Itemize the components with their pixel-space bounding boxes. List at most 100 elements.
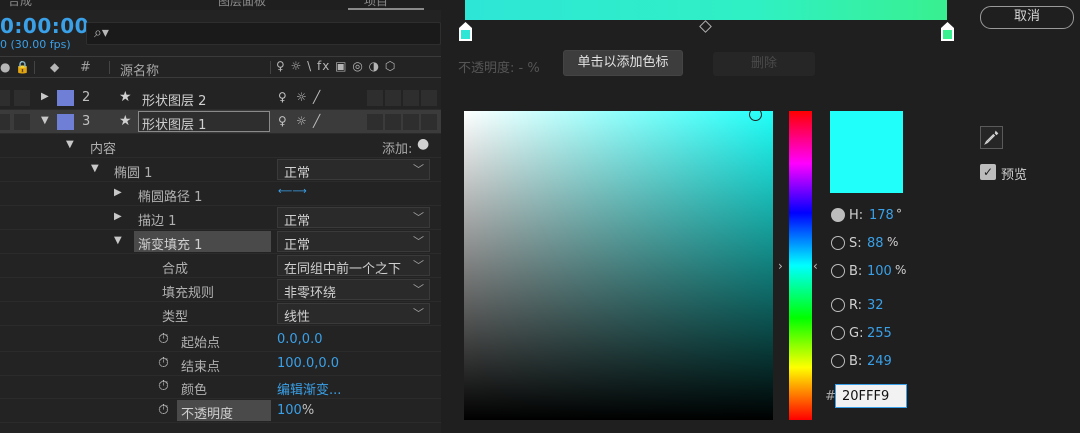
brightness-radio[interactable]	[831, 264, 845, 278]
delete-stop-button[interactable]: 删除	[713, 52, 815, 76]
opacity-value[interactable]: 100%	[277, 403, 314, 418]
blue-radio[interactable]	[831, 354, 845, 368]
preview-checkbox[interactable]: ✓	[980, 164, 996, 180]
hue-radio[interactable]	[831, 208, 845, 222]
gradient-fill-blend-mode-select[interactable]: 正常 ﹀	[277, 231, 430, 253]
saturation-radio[interactable]	[831, 236, 845, 250]
layer-search-input[interactable]: ⌕▾	[86, 22, 441, 45]
property-stroke[interactable]: ▶ 描边 1 正常 ﹀	[0, 206, 441, 230]
layer-number-header: #	[80, 60, 91, 75]
property-composite[interactable]: 合成 在同组中前一个之下 ﹀	[0, 254, 441, 278]
collapse-triangle-icon[interactable]: ▼	[41, 115, 49, 126]
label-tag-icon[interactable]: ◆	[50, 60, 59, 74]
stroke-blend-mode-select[interactable]: 正常 ﹀	[277, 207, 430, 229]
end-point-value[interactable]: 100.0,0.0	[277, 356, 339, 371]
green-value[interactable]: 255	[867, 326, 892, 341]
property-colors[interactable]: ⏱ 颜色 编辑渐变...	[0, 375, 441, 399]
active-tab-indicator	[348, 8, 424, 10]
layer-row-3[interactable]: ▼ 3 ★ 形状图层 1 ♀ ☼ ╱	[0, 110, 441, 134]
panel-tab-strip: 合成 图层面板 项目	[0, 0, 441, 10]
saturation-brightness-field[interactable]	[464, 111, 773, 420]
column-header: ● 🔒 ◆ # 源名称 ♀ ☼ \ fx ▣ ◎ ◑ ⬡	[0, 56, 441, 79]
property-gradient-fill[interactable]: ▼ 渐变填充 1 正常 ﹀	[0, 230, 441, 254]
property-fill-rule[interactable]: 填充规则 非零环绕 ﹀	[0, 278, 441, 302]
red-value[interactable]: 32	[867, 298, 884, 313]
hue-slider-arrow-left-icon[interactable]: ›	[778, 259, 783, 273]
expand-triangle-icon[interactable]: ▶	[41, 91, 49, 102]
layer-name[interactable]: 形状图层 2	[142, 90, 206, 109]
tab-composition[interactable]: 合成	[8, 0, 32, 9]
tab-layer-panel[interactable]: 图层面板	[218, 0, 266, 9]
preview-label: 预览	[1001, 168, 1028, 183]
stopwatch-icon[interactable]: ⏱	[158, 331, 169, 347]
collapse-switch-icon[interactable]: ☼	[296, 90, 307, 104]
layer-number: 2	[82, 90, 91, 105]
frame-rate-label: 0 (30.00 fps)	[0, 38, 71, 51]
property-start-point[interactable]: ⏱ 起始点 0.0,0.0	[0, 328, 441, 352]
stopwatch-icon[interactable]: ⏱	[158, 355, 169, 371]
layer-label-color[interactable]	[57, 90, 74, 106]
layer-label-color[interactable]	[57, 114, 74, 130]
expand-triangle-icon[interactable]: ▶	[114, 187, 122, 198]
timeline-panel: 合成 图层面板 项目 0:00:00 0 (30.00 fps) ⌕▾ ● 🔒 …	[0, 0, 441, 433]
property-opacity[interactable]: ⏱ 不透明度 100%	[0, 399, 441, 423]
lock-icon[interactable]: 🔒	[15, 60, 30, 74]
collapse-triangle-icon[interactable]: ▼	[66, 139, 74, 150]
gradient-ramp[interactable]	[465, 0, 947, 20]
gradient-editor-dialog: 不透明度: - % 单击以添加色标 删除 › ‹ H: 178 ° S: 88 …	[441, 0, 1080, 433]
collapse-triangle-icon[interactable]: ▼	[114, 235, 122, 246]
collapse-triangle-icon[interactable]: ▼	[91, 163, 99, 174]
saturation-value[interactable]: 88	[867, 236, 884, 251]
expand-triangle-icon[interactable]: ▶	[114, 211, 122, 222]
property-ellipse-path[interactable]: ▶ 椭圆路径 1 ⟵⟶	[0, 182, 441, 206]
hue-value[interactable]: 178	[869, 208, 894, 223]
gradient-type-select[interactable]: 线性 ﹀	[277, 303, 430, 325]
stopwatch-icon[interactable]: ⏱	[158, 402, 169, 418]
green-radio[interactable]	[831, 326, 845, 340]
shape-layer-star-icon: ★	[119, 89, 132, 105]
brightness-value[interactable]: 100	[867, 264, 892, 279]
cancel-button[interactable]: 取消	[980, 6, 1074, 29]
property-type[interactable]: 类型 线性 ﹀	[0, 302, 441, 326]
red-radio[interactable]	[831, 298, 845, 312]
layer-number: 3	[82, 114, 91, 129]
switches-header: ♀ ☼ \ fx ▣ ◎ ◑ ⬡	[276, 59, 397, 73]
source-name-header[interactable]: 源名称	[120, 60, 159, 79]
fill-rule-select[interactable]: 非零环绕 ﹀	[277, 279, 430, 301]
layer-row-2[interactable]: ▶ 2 ★ 形状图层 2 ♀ ☼ ╱	[0, 86, 441, 110]
start-point-value[interactable]: 0.0,0.0	[277, 332, 322, 347]
layer-name-editing[interactable]: 形状图层 1	[142, 114, 206, 133]
edit-gradient-link[interactable]: 编辑渐变...	[277, 379, 341, 398]
current-color-swatch	[830, 111, 903, 193]
chevron-down-icon: ﹀	[413, 259, 424, 272]
stopwatch-icon[interactable]: ⏱	[158, 378, 169, 394]
path-direction-reverse-icon[interactable]: ⟵⟶	[278, 186, 307, 197]
property-ellipse[interactable]: ▼ 椭圆 1 正常 ﹀	[0, 158, 441, 182]
add-menu-icon[interactable]: ●	[417, 136, 429, 152]
color-stop-left[interactable]	[459, 22, 472, 41]
add-color-stop-button[interactable]: 单击以添加色标	[563, 50, 683, 76]
gradient-midpoint-handle[interactable]	[699, 20, 712, 33]
blue-value[interactable]: 249	[867, 354, 892, 369]
hue-slider[interactable]	[789, 111, 812, 420]
hex-color-input[interactable]	[835, 384, 907, 408]
chevron-down-icon: ﹀	[413, 283, 424, 296]
collapse-switch-icon[interactable]: ☼	[296, 114, 307, 128]
stop-opacity-label: 不透明度: - %	[458, 61, 540, 76]
chevron-down-icon: ﹀	[413, 307, 424, 320]
quality-switch-icon[interactable]: ╱	[313, 114, 320, 128]
composite-select[interactable]: 在同组中前一个之下 ﹀	[277, 255, 430, 277]
color-stop-right[interactable]	[941, 22, 954, 41]
search-icon: ⌕▾	[94, 25, 109, 41]
ellipse-blend-mode-select[interactable]: 正常 ﹀	[277, 159, 430, 181]
shy-switch-icon[interactable]: ♀	[278, 114, 287, 128]
quality-switch-icon[interactable]: ╱	[313, 90, 320, 104]
chevron-down-icon: ﹀	[413, 163, 424, 176]
property-contents[interactable]: ▼ 内容 添加: ●	[0, 134, 441, 158]
property-end-point[interactable]: ⏱ 结束点 100.0,0.0	[0, 352, 441, 376]
hue-slider-arrow-right-icon[interactable]: ‹	[813, 259, 818, 273]
timecode-display[interactable]: 0:00:00	[0, 14, 89, 38]
eyedropper-icon[interactable]	[980, 126, 1003, 149]
shy-switch-icon[interactable]: ♀	[278, 90, 287, 104]
video-visibility-icon[interactable]: ●	[0, 60, 10, 74]
